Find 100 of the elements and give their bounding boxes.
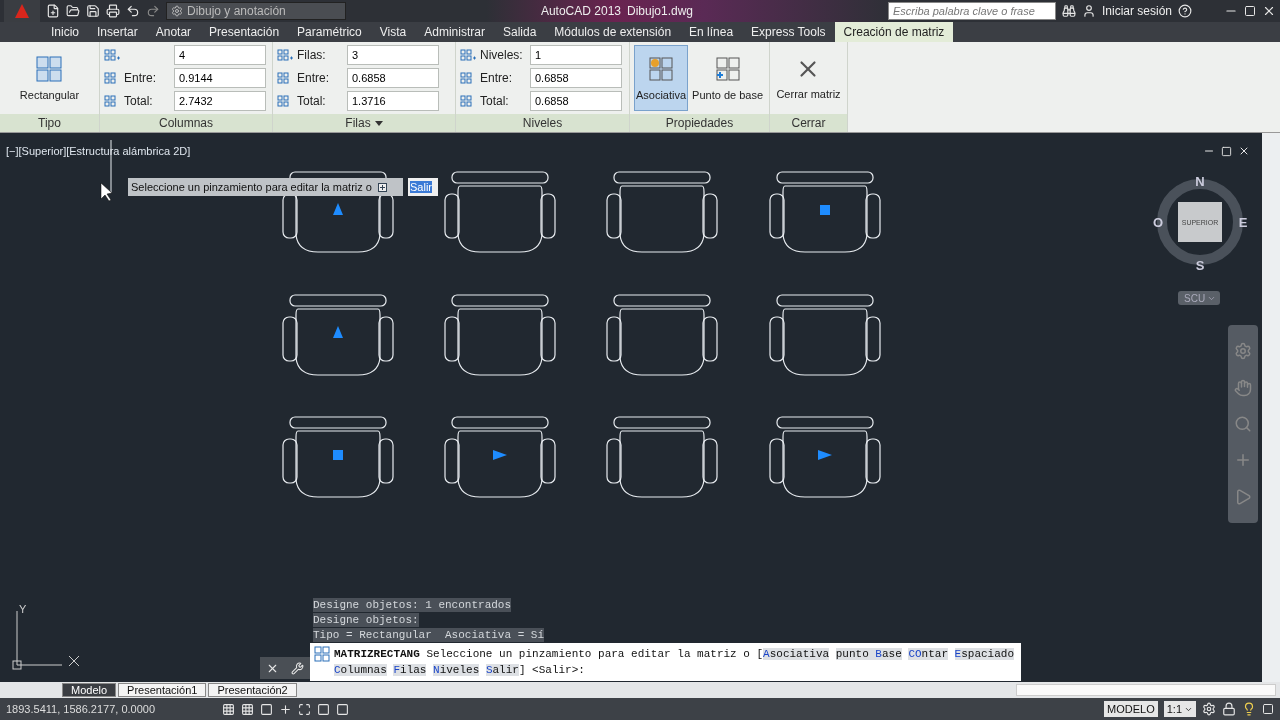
number-field[interactable]: 0.6858 — [530, 91, 622, 111]
ribbon-tab[interactable]: Inicio — [42, 22, 88, 42]
coordinates: 1893.5411, 1586.2177, 0.0000 — [6, 703, 157, 715]
close-icon[interactable] — [1262, 4, 1276, 18]
option-field[interactable]: Salir — [408, 178, 438, 196]
property-button[interactable]: Asociativa — [633, 45, 689, 111]
layout-tab[interactable]: Presentación2 — [208, 683, 297, 697]
open-icon[interactable] — [66, 4, 80, 18]
array-icon — [104, 48, 120, 62]
number-field[interactable]: 2.7432 — [174, 91, 266, 111]
scrollbar[interactable] — [1016, 684, 1276, 696]
save-icon[interactable] — [86, 4, 100, 18]
lock-icon[interactable] — [1222, 702, 1236, 716]
crosshair-cursor — [110, 139, 112, 194]
field-label: Niveles: — [480, 48, 524, 62]
command-prompt: MATRIZRECTANG Seleccione un pinzamiento para editar la matriz o [Asociativa punto Base COntar Espaciado Columnas Filas Niveles Salir] <Salir>: — [334, 647, 1014, 678]
compass-label[interactable]: S — [1195, 258, 1205, 273]
field-label: Total: — [124, 94, 154, 108]
panel-title[interactable]: Filas — [273, 114, 455, 132]
drafting-icon[interactable] — [222, 702, 235, 716]
number-field[interactable]: 0.6858 — [530, 68, 622, 88]
number-field[interactable]: 1 — [530, 45, 622, 65]
search-field[interactable]: Escriba palabra clave o frase — [888, 2, 1056, 20]
window-title: AutoCAD 2013 — [540, 4, 621, 18]
compass-label[interactable]: E — [1238, 215, 1248, 230]
close-array-button[interactable]: Cerrar matriz — [774, 45, 843, 111]
close-icon[interactable] — [1238, 145, 1250, 157]
user-icon[interactable] — [1082, 4, 1096, 18]
drafting-icon[interactable] — [336, 702, 349, 716]
annotation-scale-button[interactable]: 1:1 — [1163, 701, 1196, 717]
caret-icon — [374, 120, 383, 126]
binoculars-icon[interactable] — [1062, 4, 1076, 18]
close-icon — [68, 655, 80, 667]
axis-label: Y — [19, 603, 27, 615]
panel-title: Niveles — [456, 114, 629, 132]
grip-icon[interactable] — [820, 205, 830, 215]
file-name: Dibujo1.dwg — [627, 4, 694, 18]
grip-icon[interactable] — [333, 326, 343, 338]
field-label: Entre: — [297, 71, 330, 85]
ribbon-tab[interactable]: Administrar — [415, 22, 494, 42]
panel-title: Tipo — [0, 114, 99, 132]
drafting-icon[interactable] — [241, 702, 254, 716]
field-label: Filas: — [297, 48, 327, 62]
print-icon[interactable] — [106, 4, 120, 18]
number-field[interactable]: 0.6858 — [347, 68, 439, 88]
property-button[interactable]: Punto de base — [690, 45, 766, 111]
number-field[interactable]: 3 — [347, 45, 439, 65]
layout-tab[interactable]: Presentación1 — [118, 683, 207, 697]
wrench-icon[interactable] — [291, 661, 304, 675]
tooltip-text: Seleccione un pinzamiento para editar la matriz o — [131, 181, 372, 193]
drafting-icon[interactable] — [260, 702, 273, 716]
grid-icon — [713, 55, 742, 83]
pointer-icon — [100, 182, 113, 202]
drafting-icon[interactable] — [279, 702, 292, 716]
help-icon[interactable] — [1178, 4, 1192, 18]
field-label: Total: — [297, 94, 327, 108]
expand-icon — [377, 182, 387, 192]
ribbon-tab[interactable]: Vista — [370, 22, 416, 42]
ribbon-tab[interactable]: Salida — [493, 22, 546, 42]
viewport-controls[interactable]: [−][Superior][Estructura alámbrica 2D] — [6, 145, 191, 157]
grip-icon[interactable] — [333, 203, 343, 215]
ribbon-tab[interactable]: Módulos de extensión — [545, 22, 681, 42]
lightbulb-icon[interactable] — [1242, 702, 1256, 716]
array-icon — [460, 48, 476, 62]
ribbon-tab[interactable]: Paramétrico — [288, 22, 371, 42]
ribbon-tab[interactable]: En línea — [680, 22, 743, 42]
drafting-icon[interactable] — [298, 702, 311, 716]
drafting-icon[interactable] — [317, 702, 330, 716]
scrollbar[interactable] — [1262, 133, 1280, 682]
undo-icon[interactable] — [126, 4, 140, 18]
rectangular-button[interactable]: Rectangular — [17, 45, 82, 111]
new-icon[interactable] — [46, 4, 60, 18]
grip-icon[interactable] — [493, 450, 507, 460]
ribbon-tab[interactable]: Presentación — [200, 22, 289, 42]
panel-title: Propiedades — [630, 114, 769, 132]
number-field[interactable]: 1.3716 — [347, 91, 439, 111]
field-label: Entre: — [480, 71, 513, 85]
grip-icon[interactable] — [818, 450, 832, 460]
model-space-button[interactable]: MODELO — [1104, 701, 1158, 717]
layout-tab[interactable]: Modelo — [62, 683, 117, 697]
grip-icon[interactable] — [333, 450, 343, 460]
ribbon-tab[interactable]: Creación de matriz — [834, 22, 954, 42]
maximize-icon[interactable] — [1244, 5, 1256, 17]
maximize-icon[interactable] — [1221, 145, 1232, 157]
ribbon-tab[interactable]: Insertar — [88, 22, 147, 42]
array-icon — [277, 48, 293, 62]
settings-icon[interactable] — [1202, 702, 1216, 716]
grid-icon — [35, 55, 64, 83]
workspace-dropdown[interactable]: Dibujo y anotación — [166, 2, 346, 20]
number-field[interactable]: 0.9144 — [174, 68, 266, 88]
compass-label[interactable]: N — [1195, 174, 1205, 189]
fullscreen-icon[interactable] — [1262, 703, 1274, 715]
redo-icon[interactable] — [146, 4, 160, 18]
compass-label[interactable]: O — [1152, 215, 1164, 230]
panel-title: Cerrar — [770, 114, 847, 132]
ribbon-tab[interactable]: Express Tools — [742, 22, 835, 42]
number-field[interactable]: 4 — [174, 45, 266, 65]
ribbon-tab[interactable]: Anotar — [146, 22, 201, 42]
sign-in-link[interactable]: Iniciar sesión — [1102, 4, 1172, 18]
command-icon — [314, 646, 330, 662]
